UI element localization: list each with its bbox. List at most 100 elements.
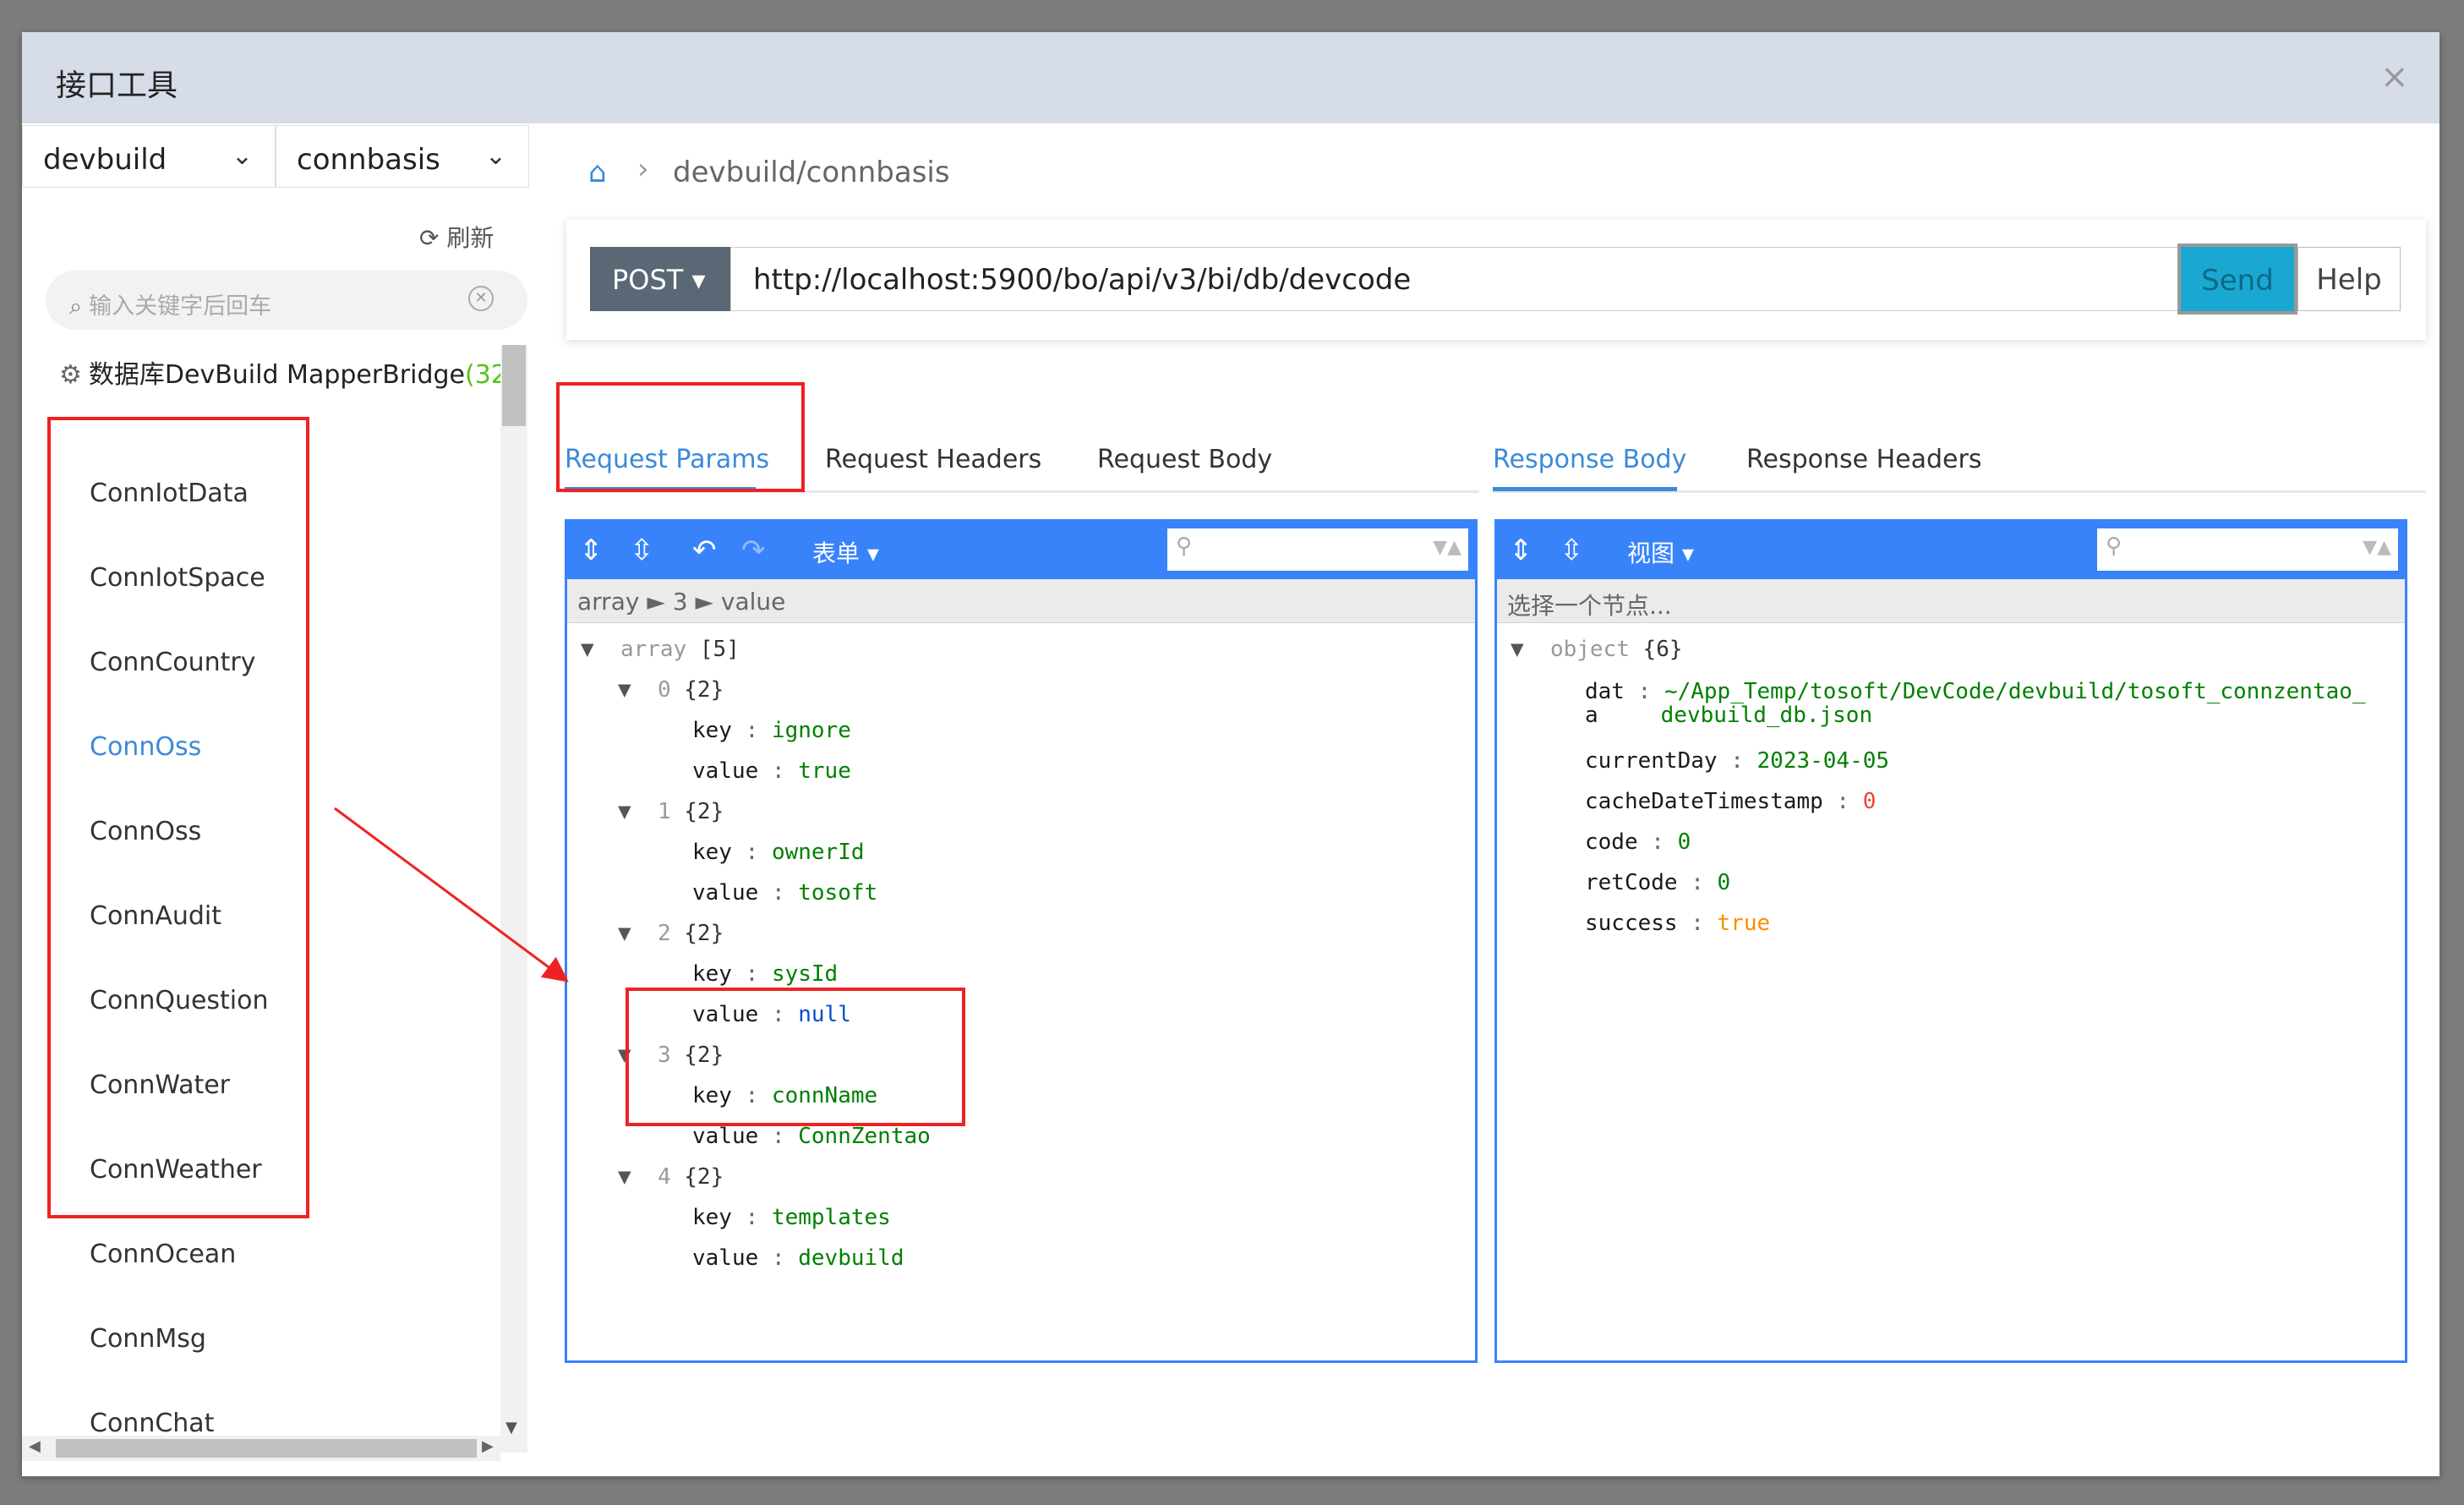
database-node-label: 数据库DevBuild MapperBridge (88, 360, 465, 390)
field-value[interactable]: ConnZentao (798, 1124, 931, 1149)
home-icon[interactable]: ⌂ (588, 156, 607, 189)
params-value-row[interactable]: value : ConnZentao (692, 1124, 931, 1149)
dialog-title: 接口工具 (56, 68, 178, 103)
collapse-all-icon[interactable]: ⇳ (1560, 534, 1584, 567)
response-mode-label: 视图 (1627, 539, 1675, 567)
tree-vertical-scroll-thumb[interactable] (502, 345, 526, 426)
params-value-row[interactable]: value : true (692, 758, 851, 784)
field-value[interactable]: ignore (772, 718, 851, 743)
database-node[interactable]: ⚙ 数据库DevBuild MapperBridge(32 (59, 353, 522, 391)
tab-response-body[interactable]: Response Body (1493, 445, 1686, 474)
table-list-item[interactable]: ConnOcean (90, 1240, 236, 1269)
table-select[interactable]: connbasis ⌄ (276, 125, 529, 188)
params-search-input[interactable]: ⚲ ▼▲ (1167, 528, 1468, 571)
params-root-node[interactable]: ▼ array [5] (581, 637, 740, 662)
response-field-dat[interactable]: dat : ~/App_Temp/tosoft/DevCode/devbuild… (1585, 679, 2366, 704)
table-select-value: connbasis (297, 143, 440, 177)
scroll-right-arrow-icon[interactable]: ▶ (482, 1437, 494, 1455)
params-entry-node[interactable]: ▼ 1 {2} (618, 799, 724, 824)
search-nav-arrows-icon[interactable]: ▼▲ (2363, 537, 2391, 558)
tab-response-headers[interactable]: Response Headers (1746, 445, 1981, 474)
params-entry-node[interactable]: ▼ 2 {2} (618, 921, 724, 946)
params-json-editor[interactable]: ⇕ ⇳ ↶ ↷ 表单 ▾ ⚲ ▼▲ array ► 3 ► value ▼ ar… (565, 519, 1478, 1363)
field-value[interactable]: true (1718, 911, 1771, 936)
response-field[interactable]: currentDay : 2023-04-05 (1585, 748, 1889, 774)
expand-all-icon[interactable]: ⇕ (579, 534, 604, 567)
field-key: code (1585, 829, 1638, 855)
tree-horizontal-scroll-thumb[interactable] (56, 1439, 477, 1458)
db-select[interactable]: devbuild ⌄ (22, 125, 276, 188)
search-placeholder: 输入关键字后回车 (89, 293, 272, 320)
entry-count: {2} (684, 677, 724, 703)
scroll-down-arrow-icon[interactable]: ▼ (505, 1419, 517, 1437)
collapse-all-icon[interactable]: ⇳ (630, 534, 654, 567)
method-dropdown[interactable]: POST ▾ (590, 247, 730, 311)
field-colon: : (745, 1205, 759, 1230)
dialog-titlebar: 接口工具 × (22, 32, 2439, 123)
field-key: value (692, 880, 759, 906)
chevron-down-icon: ⌄ (231, 141, 253, 171)
response-field[interactable]: retCode : 0 (1585, 870, 1730, 895)
search-icon: ⚲ (1176, 534, 1193, 559)
close-icon[interactable]: × (2380, 57, 2409, 96)
params-mode-label: 表单 (812, 539, 860, 567)
redo-icon[interactable]: ↷ (741, 534, 766, 567)
field-key: a (1585, 703, 1598, 728)
tab-request-body[interactable]: Request Body (1097, 445, 1272, 474)
params-key-row[interactable]: key : sysId (692, 961, 838, 987)
field-colon: : (771, 880, 785, 906)
response-search-input[interactable]: ⚲ ▼▲ (2097, 528, 2398, 571)
table-list-item[interactable]: ConnMsg (90, 1324, 206, 1354)
clear-search-icon[interactable]: ✕ (468, 286, 494, 311)
params-value-row[interactable]: value : tosoft (692, 880, 877, 906)
tree-vertical-scrollbar[interactable] (500, 345, 527, 1453)
field-key: key (692, 718, 732, 743)
field-value[interactable]: 2023-04-05 (1757, 748, 1890, 774)
expand-triangle-icon[interactable]: ▼ (581, 637, 594, 662)
expand-triangle-icon[interactable]: ▼ (618, 921, 631, 946)
field-value[interactable]: devbuild (798, 1245, 904, 1271)
field-value[interactable]: 0 (1678, 829, 1691, 855)
help-button[interactable]: Help (2297, 247, 2401, 311)
gear-icon: ⚙ (59, 360, 82, 390)
active-tab-indicator (1493, 487, 1677, 491)
tab-request-headers[interactable]: Request Headers (825, 445, 1041, 474)
search-nav-arrows-icon[interactable]: ▼▲ (1433, 537, 1461, 558)
field-value[interactable]: ownerId (772, 840, 865, 865)
field-colon: : (771, 758, 785, 784)
scroll-left-arrow-icon[interactable]: ◀ (29, 1437, 41, 1455)
search-icon: ⌕ (69, 293, 83, 320)
params-value-row[interactable]: value : devbuild (692, 1245, 904, 1271)
expand-triangle-icon[interactable]: ▼ (618, 677, 631, 703)
field-value[interactable]: true (798, 758, 851, 784)
params-key-row[interactable]: key : templates (692, 1205, 891, 1230)
send-button[interactable]: Send (2177, 244, 2297, 315)
tree-search-input[interactable]: ⌕ 输入关键字后回车 (46, 271, 527, 330)
response-field[interactable]: cacheDateTimestamp : 0 (1585, 789, 1876, 814)
field-value[interactable]: tosoft (798, 880, 877, 906)
params-key-row[interactable]: key : ownerId (692, 840, 865, 865)
expand-triangle-icon[interactable]: ▼ (618, 1164, 631, 1190)
field-colon: : (1691, 870, 1704, 895)
response-field[interactable]: success : true (1585, 911, 1770, 936)
field-colon: : (745, 840, 759, 865)
undo-icon[interactable]: ↶ (692, 534, 717, 567)
response-root-node[interactable]: ▼ object {6} (1511, 637, 1683, 662)
expand-triangle-icon[interactable]: ▼ (618, 799, 631, 824)
field-value[interactable]: templates (772, 1205, 891, 1230)
params-mode-dropdown[interactable]: 表单 ▾ (812, 535, 879, 569)
table-list-item[interactable]: ConnChat (90, 1409, 214, 1438)
response-field[interactable]: code : 0 (1585, 829, 1691, 855)
field-value[interactable]: sysId (772, 961, 838, 987)
field-value[interactable]: 0 (1863, 789, 1877, 814)
params-entry-node[interactable]: ▼ 0 {2} (618, 677, 724, 703)
expand-all-icon[interactable]: ⇕ (1509, 534, 1533, 567)
field-value[interactable]: 0 (1718, 870, 1731, 895)
refresh-button[interactable]: ⟳ 刷新 (419, 220, 494, 254)
params-key-row[interactable]: key : ignore (692, 718, 851, 743)
url-input[interactable]: http://localhost:5900/bo/api/v3/bi/db/de… (730, 247, 2181, 311)
expand-triangle-icon[interactable]: ▼ (1511, 637, 1524, 662)
response-json-editor[interactable]: ⇕ ⇳ 视图 ▾ ⚲ ▼▲ 选择一个节点... ▼ object {6} dat… (1494, 519, 2407, 1363)
response-mode-dropdown[interactable]: 视图 ▾ (1627, 535, 1694, 569)
params-entry-node[interactable]: ▼ 4 {2} (618, 1164, 724, 1190)
